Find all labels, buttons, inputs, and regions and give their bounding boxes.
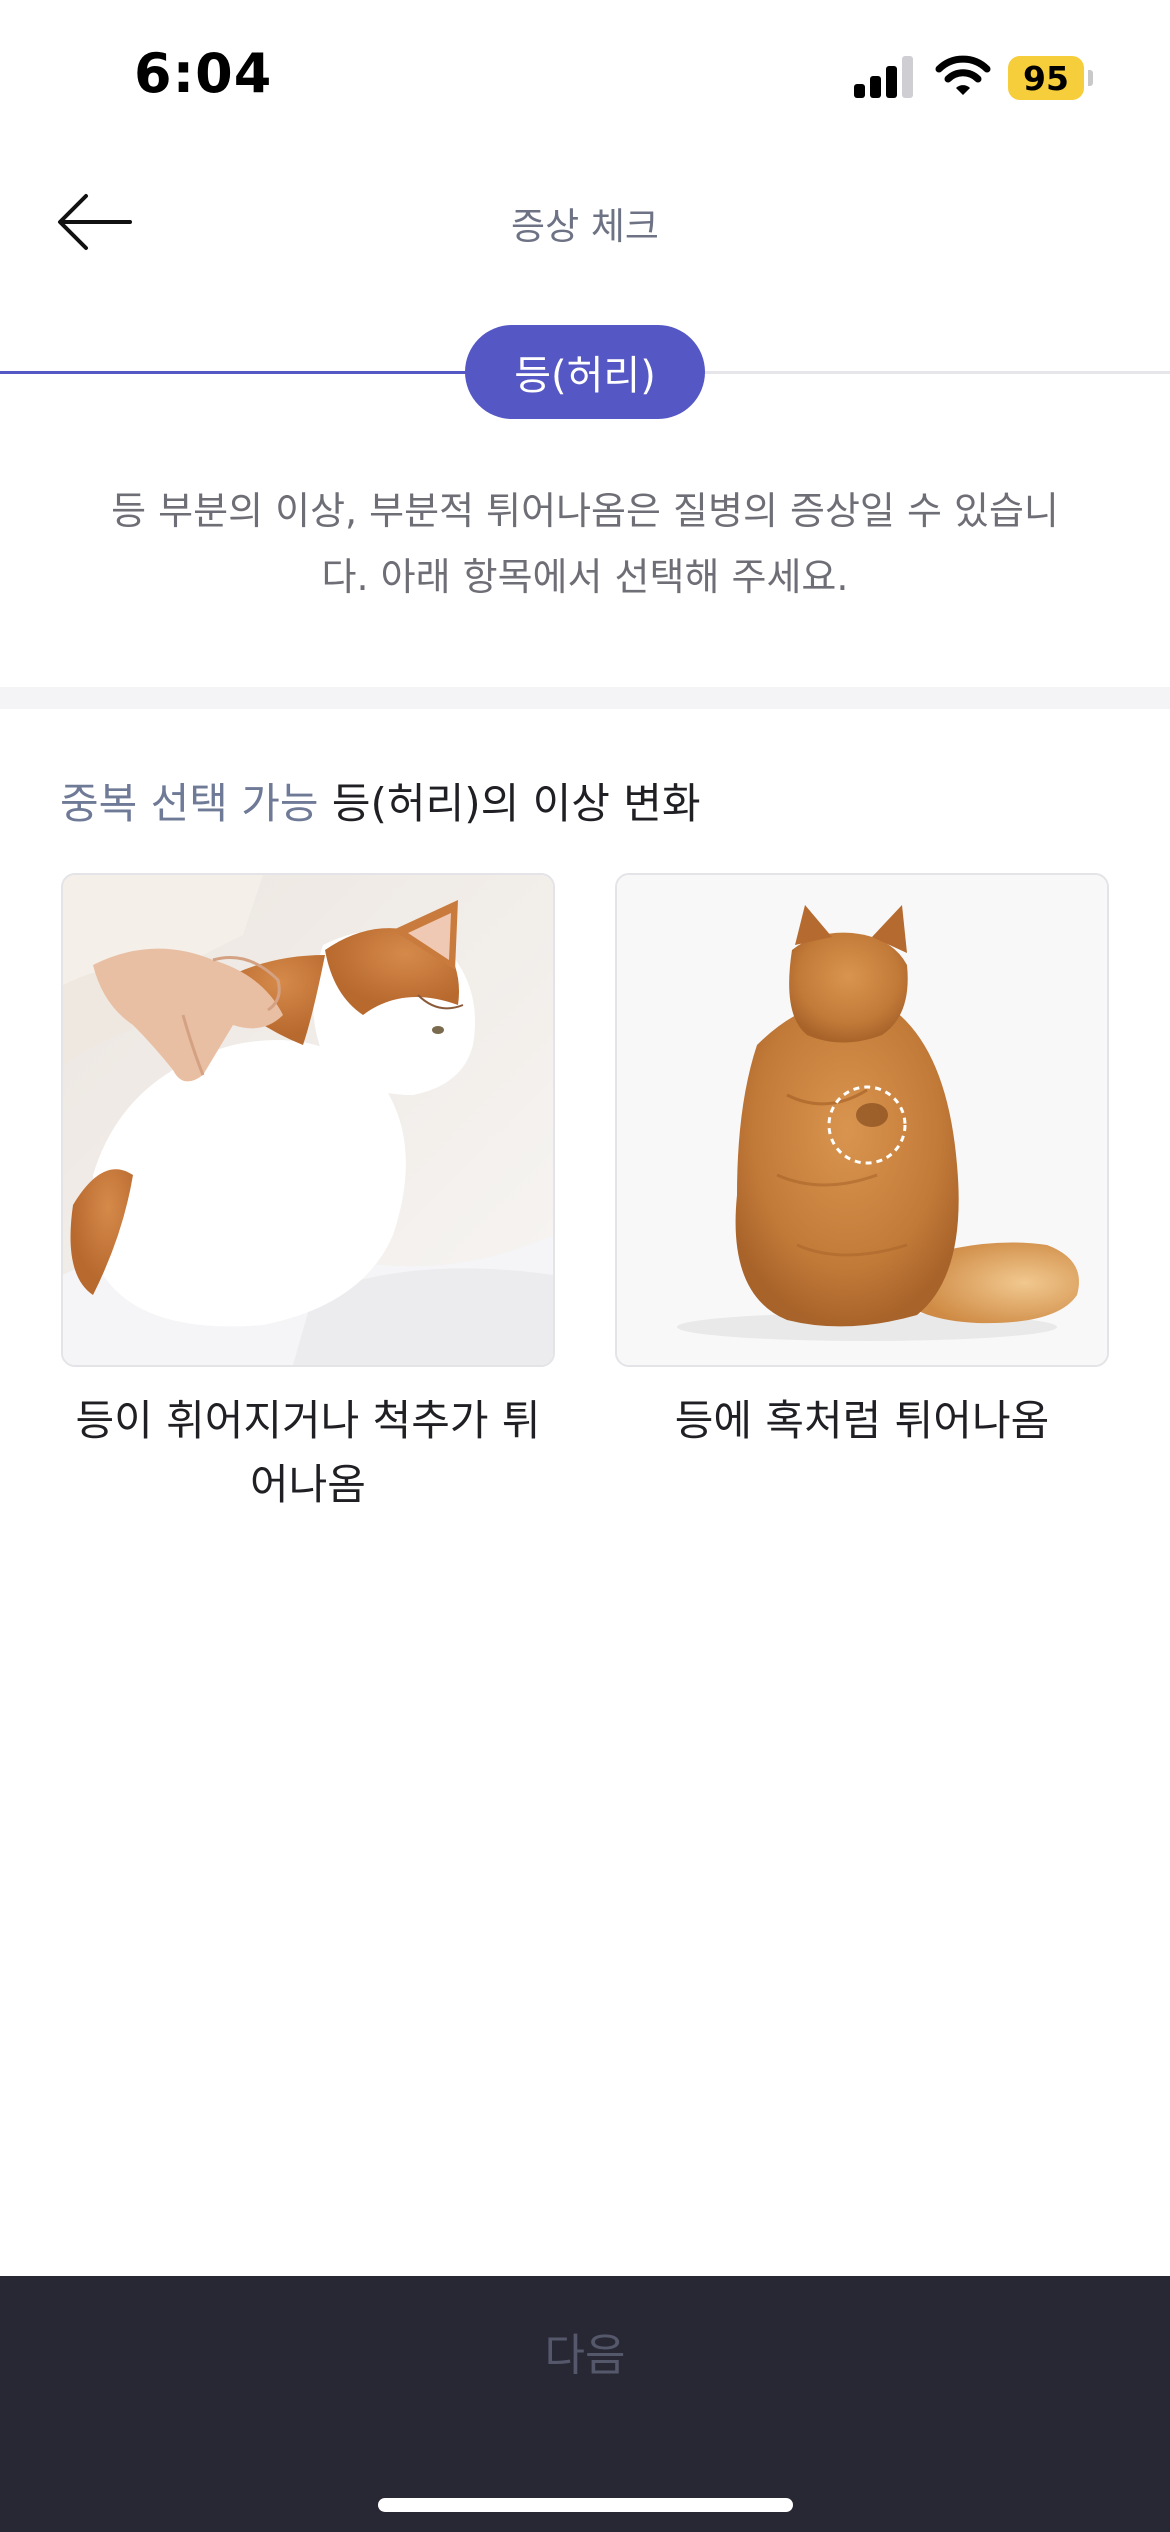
next-button[interactable]: 다음 [0,2276,1170,2426]
description-text: 등 부분의 이상, 부분적 튀어나옴은 질병의 증상일 수 있습니다. 아래 항… [111,489,1059,599]
progress-line-remaining [700,371,1170,374]
cat-back-view-photo [615,873,1109,1367]
cat-being-petted-photo [61,873,555,1367]
header: 증상 체크 [0,160,1170,280]
signal-icon [854,56,916,98]
section-divider [0,687,1170,709]
status-bar: 6:04 95 [0,0,1170,150]
progress-line-completed [0,371,470,374]
progress-stepper: 등(허리) [0,325,1170,420]
section-title-text: 등(허리)의 이상 변화 [331,779,701,828]
multi-select-badge: 중복 선택 가능 [60,779,319,828]
option-label: 등이 휘어지거나 척추가 튀어나옴 [75,1396,541,1509]
option-card-spine-curved[interactable]: 등이 휘어지거나 척추가 튀어나옴 [61,873,555,1517]
battery-icon: 95 [1008,56,1093,100]
section-title: 중복 선택 가능 등(허리)의 이상 변화 [60,770,701,831]
page-title: 증상 체크 [511,205,659,248]
wifi-icon [935,55,991,95]
option-card-back-lump[interactable]: 등에 혹처럼 튀어나옴 [615,873,1109,1453]
status-time: 6:04 [134,42,273,105]
current-step-pill: 등(허리) [465,325,705,419]
option-label: 등에 혹처럼 튀어나옴 [674,1396,1050,1445]
home-indicator[interactable] [378,2498,793,2512]
battery-level: 95 [1008,56,1084,100]
bottom-bar: 다음 [0,2276,1170,2532]
